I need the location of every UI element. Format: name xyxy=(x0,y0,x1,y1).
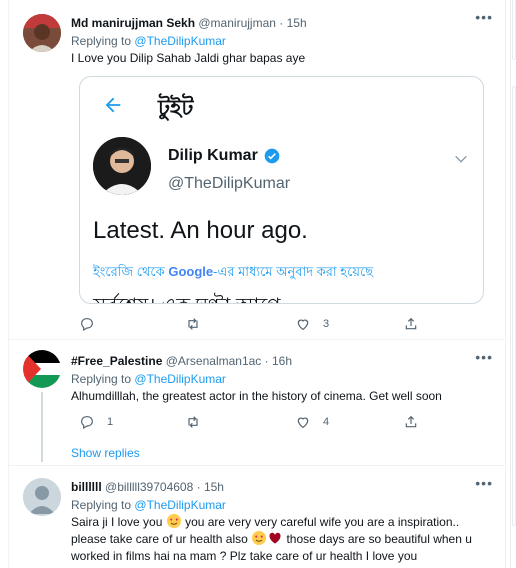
embed-author-name: Dilip Kumar xyxy=(168,147,258,164)
like-count: 4 xyxy=(323,416,330,428)
share-button[interactable] xyxy=(403,412,419,432)
tweet-text: Alhumdilllah, the greatest actor in the … xyxy=(71,389,442,403)
like-count: 3 xyxy=(323,318,330,330)
reply-button[interactable] xyxy=(79,314,107,334)
translation-suffix: -এর মাধ্যমে অনুবাদ করা হয়েছে xyxy=(213,264,374,279)
sidebar-card-edge xyxy=(512,0,516,60)
heart-eyes-emoji-icon xyxy=(252,531,267,545)
reply-icon xyxy=(81,416,93,430)
like-button[interactable]: 4 xyxy=(295,412,329,432)
author-name[interactable]: billllll xyxy=(71,480,102,494)
tweet-text-segment: Saira ji I love you xyxy=(71,515,163,529)
replying-label: Replying to xyxy=(71,372,132,386)
author-handle[interactable]: @Arsenalman1ac xyxy=(166,354,262,368)
tweet-text-segment: worked in films hai na mam ? Plz take ca… xyxy=(71,549,418,563)
author-name[interactable]: #Free_Palestine xyxy=(71,354,162,368)
tweet-text-segment: those days are so beautiful when u xyxy=(283,532,472,546)
retweet-button[interactable] xyxy=(185,412,213,432)
more-icon[interactable]: ••• xyxy=(475,476,493,490)
retweet-icon xyxy=(188,416,198,428)
show-replies-link[interactable]: Show replies xyxy=(71,446,140,460)
like-icon xyxy=(297,417,309,429)
replying-label: Replying to xyxy=(71,34,132,48)
embed-avatar xyxy=(93,137,151,195)
tweet-text: I Love you Dilip Sahab Jaldi ghar bapas … xyxy=(71,51,306,65)
tweet-text-segment: you are very very careful wife you are a… xyxy=(181,515,460,529)
avatar[interactable] xyxy=(23,14,61,52)
google-brand: Google xyxy=(168,264,214,279)
chevron-down-icon xyxy=(455,155,467,163)
embed-tweet-text: Latest. An hour ago. xyxy=(93,217,308,244)
embed-translated-text: সর্বশেষ। এক ঘণ্টা আগে xyxy=(93,291,281,303)
share-icon xyxy=(405,415,417,428)
tweet-1[interactable]: Md manirujjman Sekh @manirujjman · 15h R… xyxy=(9,0,507,340)
sidebar-card-edge xyxy=(512,86,516,526)
like-icon xyxy=(297,319,309,331)
embed-translation-note: ইংরেজি থেকে Google-এর মাধ্যমে অনুবাদ করা… xyxy=(93,263,373,284)
mention-link[interactable]: @TheDilipKumar xyxy=(134,34,226,48)
sidebar-edge xyxy=(506,0,516,568)
mention-link[interactable]: @TheDilipKumar xyxy=(134,372,226,386)
tweet-text: Saira ji I love you you are very very ca… xyxy=(71,514,493,565)
retweet-button[interactable] xyxy=(185,314,213,334)
tweet-3[interactable]: billllll @billlll39704608 · 15h Replying… xyxy=(9,466,507,568)
separator-dot: · xyxy=(264,354,269,368)
avatar[interactable] xyxy=(23,478,61,516)
embed-header: টুইট xyxy=(158,95,194,120)
timestamp[interactable]: 15h xyxy=(204,480,224,494)
thread-line xyxy=(41,392,43,462)
separator-dot: · xyxy=(279,16,284,30)
share-icon xyxy=(405,317,417,330)
tweet-media-image[interactable]: টুইট Dilip Kumar @TheDilipKumar Latest. … xyxy=(79,76,484,304)
author-handle[interactable]: @manirujjman xyxy=(198,16,276,30)
tweet-2[interactable]: #Free_Palestine @Arsenalman1ac · 16h Rep… xyxy=(9,340,507,466)
timestamp[interactable]: 16h xyxy=(272,354,292,368)
more-icon[interactable]: ••• xyxy=(475,10,493,24)
tweet-text-segment: please take care of ur health also xyxy=(71,532,248,546)
share-button[interactable] xyxy=(403,314,419,334)
more-icon[interactable]: ••• xyxy=(475,350,493,364)
replying-label: Replying to xyxy=(71,498,132,512)
reply-count: 1 xyxy=(107,416,114,428)
separator-dot: · xyxy=(196,480,201,494)
heart-emoji-icon xyxy=(268,531,282,545)
embed-author-handle: @TheDilipKumar xyxy=(168,175,291,192)
heart-eyes-emoji-icon xyxy=(166,514,181,528)
timestamp[interactable]: 15h xyxy=(287,16,307,30)
verified-icon xyxy=(264,148,280,164)
reply-icon xyxy=(81,318,93,332)
timeline-feed: Md manirujjman Sekh @manirujjman · 15h R… xyxy=(8,0,507,568)
mention-link[interactable]: @TheDilipKumar xyxy=(134,498,226,512)
translation-prefix: ইংরেজি থেকে xyxy=(93,264,169,279)
avatar[interactable] xyxy=(23,350,61,388)
divider xyxy=(510,0,511,568)
author-handle[interactable]: @billlll39704608 xyxy=(105,480,193,494)
retweet-icon xyxy=(188,318,198,330)
like-button[interactable]: 3 xyxy=(295,314,329,334)
author-name[interactable]: Md manirujjman Sekh xyxy=(71,16,195,30)
reply-button[interactable]: 1 xyxy=(79,412,113,432)
back-arrow-icon xyxy=(105,97,121,113)
